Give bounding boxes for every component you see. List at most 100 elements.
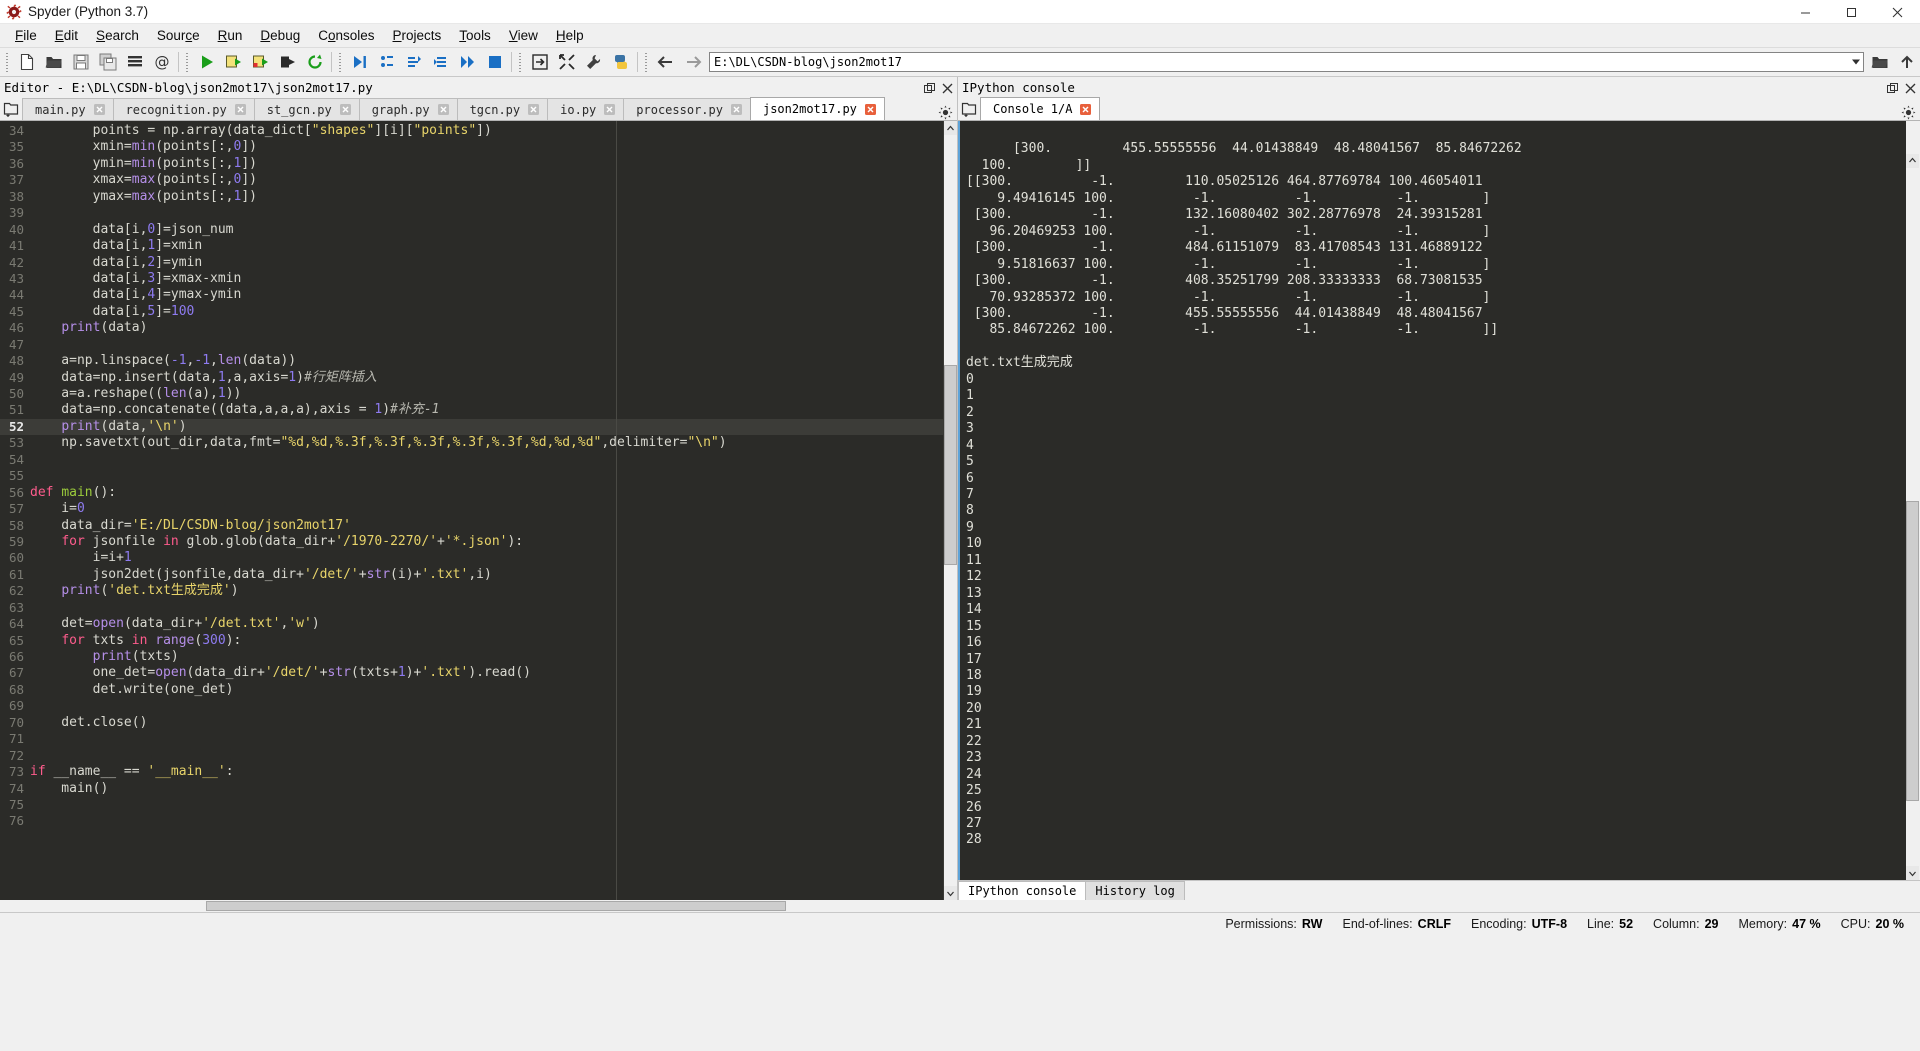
step-return-icon[interactable]	[400, 50, 427, 75]
code-line[interactable]: 38 ymax=max(points[:,1])	[0, 189, 943, 205]
editor-tab-st-gcn-py[interactable]: st_gcn.py	[254, 98, 360, 120]
toolbar-grip[interactable]	[4, 52, 11, 73]
maximize-button[interactable]	[1828, 0, 1874, 24]
editor-vertical-scrollbar[interactable]	[943, 121, 957, 900]
continue-icon[interactable]	[454, 50, 481, 75]
code-line[interactable]: 68 det.write(one_det)	[0, 682, 943, 698]
toolbar-grip-5[interactable]	[643, 52, 650, 73]
close-icon[interactable]	[438, 104, 449, 115]
code-line[interactable]: 53 np.savetxt(out_dir,data,fmt="%d,%d,%.…	[0, 435, 943, 451]
code-lines[interactable]: 34 points = np.array(data_dict["shapes"]…	[0, 121, 943, 900]
editor-tab-json2mot17-py[interactable]: json2mot17.py	[750, 97, 885, 120]
open-directory-icon[interactable]	[1866, 50, 1893, 75]
menu-view[interactable]: View	[500, 25, 547, 47]
toolbar-grip-4[interactable]	[517, 52, 524, 73]
undock-pane-icon[interactable]	[924, 82, 935, 93]
run-selection-icon[interactable]	[274, 50, 301, 75]
code-line[interactable]: 42 data[i,2]=ymin	[0, 255, 943, 271]
code-line[interactable]: 57 i=0	[0, 501, 943, 517]
menu-consoles[interactable]: Consoles	[309, 25, 383, 47]
code-line[interactable]: 47	[0, 337, 943, 353]
code-line[interactable]: 74 main()	[0, 781, 943, 797]
code-line[interactable]: 60 i=i+1	[0, 550, 943, 566]
code-line[interactable]: 34 points = np.array(data_dict["shapes"]…	[0, 123, 943, 139]
menu-tools[interactable]: Tools	[450, 25, 500, 47]
console-bottom-tab-ipython-console[interactable]: IPython console	[958, 881, 1086, 900]
code-editor[interactable]: 34 points = np.array(data_dict["shapes"]…	[0, 121, 957, 900]
menu-edit[interactable]: Edit	[46, 25, 87, 47]
editor-tab-io-py[interactable]: io.py	[547, 98, 624, 120]
code-line[interactable]: 58 data_dir='E:/DL/CSDN-blog/json2mot17'	[0, 518, 943, 534]
code-line[interactable]: 40 data[i,0]=json_num	[0, 222, 943, 238]
console-scroll-thumb[interactable]	[1906, 501, 1919, 801]
code-line[interactable]: 48 a=np.linspace(-1,-1,len(data))	[0, 353, 943, 369]
working-directory-field[interactable]: E:\DL\CSDN-blog\json2mot17	[709, 52, 1864, 72]
editor-scroll-track[interactable]	[944, 135, 957, 886]
menu-debug[interactable]: Debug	[251, 25, 309, 47]
console-output[interactable]: [300. 455.55555556 44.01438849 48.480415…	[958, 121, 1920, 880]
close-icon[interactable]	[731, 104, 742, 115]
code-line[interactable]: 51 data=np.concatenate((data,a,a,a),axis…	[0, 402, 943, 418]
console-bottom-tab-history-log[interactable]: History log	[1085, 881, 1184, 900]
code-line[interactable]: 45 data[i,5]=100	[0, 304, 943, 320]
browse-tabs-icon[interactable]	[0, 98, 22, 120]
scroll-down-arrow-icon[interactable]	[944, 886, 957, 900]
save-all-icon[interactable]	[94, 50, 121, 75]
scroll-up-arrow-icon[interactable]	[944, 121, 957, 135]
code-line[interactable]: 59 for jsonfile in glob.glob(data_dir+'/…	[0, 534, 943, 550]
find-in-files-icon[interactable]: @	[148, 50, 175, 75]
options-gear-icon[interactable]	[938, 105, 953, 120]
code-line[interactable]: 62 print('det.txt生成完成')	[0, 583, 943, 599]
parent-directory-icon[interactable]	[1893, 50, 1920, 75]
code-line[interactable]: 36 ymin=min(points[:,1])	[0, 156, 943, 172]
console-options-gear-icon[interactable]	[1901, 105, 1916, 120]
code-line[interactable]: 73if __name__ == '__main__':	[0, 764, 943, 780]
close-icon[interactable]	[865, 104, 876, 115]
close-icon[interactable]	[340, 104, 351, 115]
console-undock-pane-icon[interactable]	[1887, 82, 1898, 93]
menu-search[interactable]: Search	[87, 25, 148, 47]
code-line[interactable]: 43 data[i,3]=xmax-xmin	[0, 271, 943, 287]
step-into-icon[interactable]	[373, 50, 400, 75]
menu-help[interactable]: Help	[547, 25, 593, 47]
close-icon[interactable]	[235, 104, 246, 115]
toolbar-grip-2[interactable]	[184, 52, 191, 73]
editor-horizontal-scrollbar[interactable]	[0, 900, 1920, 912]
console-tab-1a[interactable]: Console 1/A	[980, 97, 1100, 120]
run-cell-advance-icon[interactable]	[247, 50, 274, 75]
new-file-icon[interactable]	[13, 50, 40, 75]
step-over-icon[interactable]	[427, 50, 454, 75]
editor-scroll-thumb[interactable]	[944, 365, 957, 565]
code-line[interactable]: 56def main():	[0, 485, 943, 501]
editor-hscroll-thumb[interactable]	[206, 901, 786, 911]
code-line[interactable]: 55	[0, 468, 943, 484]
code-line[interactable]: 50 a=a.reshape((len(a),1))	[0, 386, 943, 402]
file-switcher-icon[interactable]	[121, 50, 148, 75]
menu-source[interactable]: Source	[148, 25, 209, 47]
chevron-down-icon[interactable]	[1852, 60, 1860, 65]
code-line[interactable]: 63	[0, 600, 943, 616]
code-line[interactable]: 75	[0, 797, 943, 813]
close-icon[interactable]	[94, 104, 105, 115]
code-line[interactable]: 52 print(data,'\n')	[0, 419, 943, 435]
close-icon[interactable]	[528, 104, 539, 115]
console-scroll-up-arrow-icon[interactable]	[1906, 154, 1919, 168]
toolbar-grip-3[interactable]	[337, 52, 344, 73]
back-icon[interactable]	[652, 50, 679, 75]
code-line[interactable]: 70 det.close()	[0, 715, 943, 731]
pythonpath-icon[interactable]	[607, 50, 634, 75]
code-line[interactable]: 37 xmax=max(points[:,0])	[0, 172, 943, 188]
code-line[interactable]: 39	[0, 205, 943, 221]
code-line[interactable]: 67 one_det=open(data_dir+'/det/'+str(txt…	[0, 665, 943, 681]
code-line[interactable]: 46 print(data)	[0, 320, 943, 336]
open-file-icon[interactable]	[40, 50, 67, 75]
code-line[interactable]: 76	[0, 813, 943, 829]
preferences-icon[interactable]	[580, 50, 607, 75]
console-vertical-scrollbar[interactable]	[1906, 121, 1920, 880]
menu-projects[interactable]: Projects	[384, 25, 451, 47]
code-line[interactable]: 44 data[i,4]=ymax-ymin	[0, 287, 943, 303]
browse-consoles-icon[interactable]	[958, 98, 980, 120]
code-line[interactable]: 35 xmin=min(points[:,0])	[0, 139, 943, 155]
close-icon[interactable]	[1080, 104, 1091, 115]
editor-tab-recognition-py[interactable]: recognition.py	[113, 98, 255, 120]
